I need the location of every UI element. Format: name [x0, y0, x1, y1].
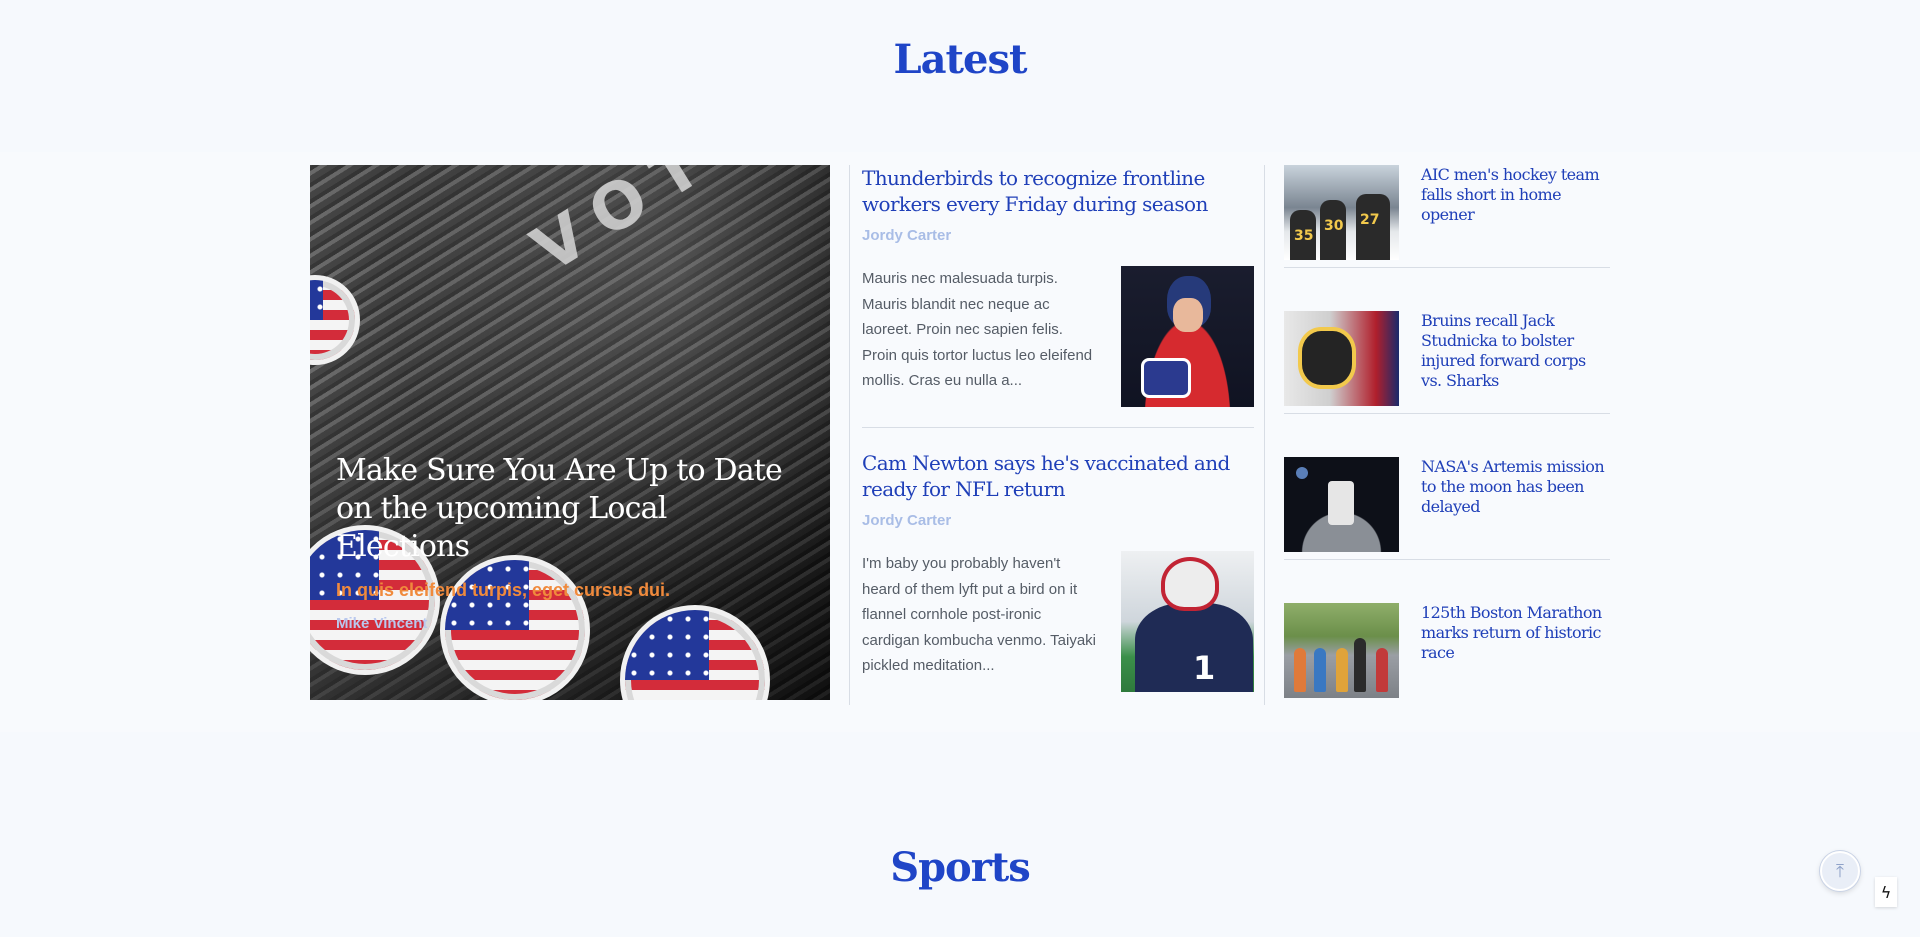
article-thumbnail[interactable]	[1284, 311, 1399, 406]
lander-figure	[1328, 481, 1354, 525]
article-divider	[1284, 413, 1610, 414]
article-body: Mauris nec malesuada turpis. Mauris blan…	[862, 266, 1254, 407]
team-logo	[1141, 358, 1191, 398]
article-title-link[interactable]: NASA's Artemis mission to the moon has b…	[1421, 457, 1606, 517]
side-article[interactable]: 35 30 27 AIC men's hockey team falls sho…	[1284, 165, 1610, 261]
article-thumbnail[interactable]	[1284, 603, 1399, 698]
side-article[interactable]: Bruins recall Jack Studnicka to bolster …	[1284, 311, 1610, 407]
runner-figure	[1376, 648, 1388, 692]
featured-title[interactable]: Make Sure You Are Up to Date on the upco…	[336, 452, 806, 566]
article-thumbnail[interactable]	[1121, 266, 1254, 407]
article-title-link[interactable]: Cam Newton says he's vaccinated and read…	[862, 450, 1254, 502]
earth-figure	[1296, 467, 1308, 479]
runner-figure	[1314, 648, 1326, 692]
article-author[interactable]: Jordy Carter	[862, 227, 1254, 244]
article-divider	[1284, 267, 1610, 268]
middle-article: Thunderbirds to recognize frontline work…	[862, 165, 1254, 407]
article-title-link[interactable]: 125th Boston Marathon marks return of hi…	[1421, 603, 1606, 663]
article-author[interactable]: Jordy Carter	[862, 512, 1254, 529]
featured-author[interactable]: Mike Vincent	[336, 615, 806, 632]
player-figure: 30	[1320, 200, 1346, 260]
runner-figure	[1294, 648, 1306, 692]
column-divider	[1264, 165, 1265, 705]
lightning-button[interactable]: ϟ	[1875, 877, 1897, 907]
lightning-icon: ϟ	[1880, 882, 1892, 902]
article-body: I'm baby you probably haven't heard of t…	[862, 551, 1254, 692]
article-thumbnail[interactable]: 1	[1121, 551, 1254, 692]
featured-article[interactable]: VOTING Make Sure You Are Up to Date on t…	[310, 165, 830, 700]
article-title-link[interactable]: AIC men's hockey team falls short in hom…	[1421, 165, 1606, 225]
article-excerpt: I'm baby you probably haven't heard of t…	[862, 555, 1097, 675]
sports-section-title: Sports	[890, 844, 1031, 891]
runner-figure	[1354, 638, 1366, 692]
jersey-number: 27	[1360, 212, 1380, 228]
latest-section-title: Latest	[893, 36, 1028, 83]
jersey-number: 30	[1324, 218, 1344, 234]
featured-subtitle: In quis eleifend turpis, eget cursus dui…	[336, 580, 671, 600]
article-title-link[interactable]: Bruins recall Jack Studnicka to bolster …	[1421, 311, 1606, 391]
side-article[interactable]: NASA's Artemis mission to the moon has b…	[1284, 457, 1610, 553]
article-divider	[862, 427, 1254, 428]
player-face	[1173, 298, 1203, 332]
column-divider	[849, 165, 850, 705]
runner-figure	[1336, 648, 1348, 692]
middle-article: Cam Newton says he's vaccinated and read…	[862, 450, 1254, 692]
scroll-to-top-button[interactable]: ⤒	[1820, 851, 1860, 891]
article-thumbnail[interactable]: 35 30 27	[1284, 165, 1399, 260]
article-title-link[interactable]: Thunderbirds to recognize frontline work…	[862, 165, 1254, 217]
jersey-number: 1	[1193, 649, 1216, 687]
player-figure: 27	[1356, 194, 1390, 260]
jersey-number: 35	[1294, 228, 1314, 244]
side-article[interactable]: 125th Boston Marathon marks return of hi…	[1284, 603, 1610, 699]
article-divider	[1284, 559, 1610, 560]
article-thumbnail[interactable]	[1284, 457, 1399, 552]
article-excerpt: Mauris nec malesuada turpis. Mauris blan…	[862, 270, 1093, 390]
featured-content: Make Sure You Are Up to Date on the upco…	[336, 452, 806, 632]
player-helmet	[1161, 557, 1219, 611]
player-figure: 35	[1290, 210, 1316, 260]
arrow-up-icon: ⤒	[1836, 860, 1844, 882]
player-figure	[1298, 327, 1356, 389]
